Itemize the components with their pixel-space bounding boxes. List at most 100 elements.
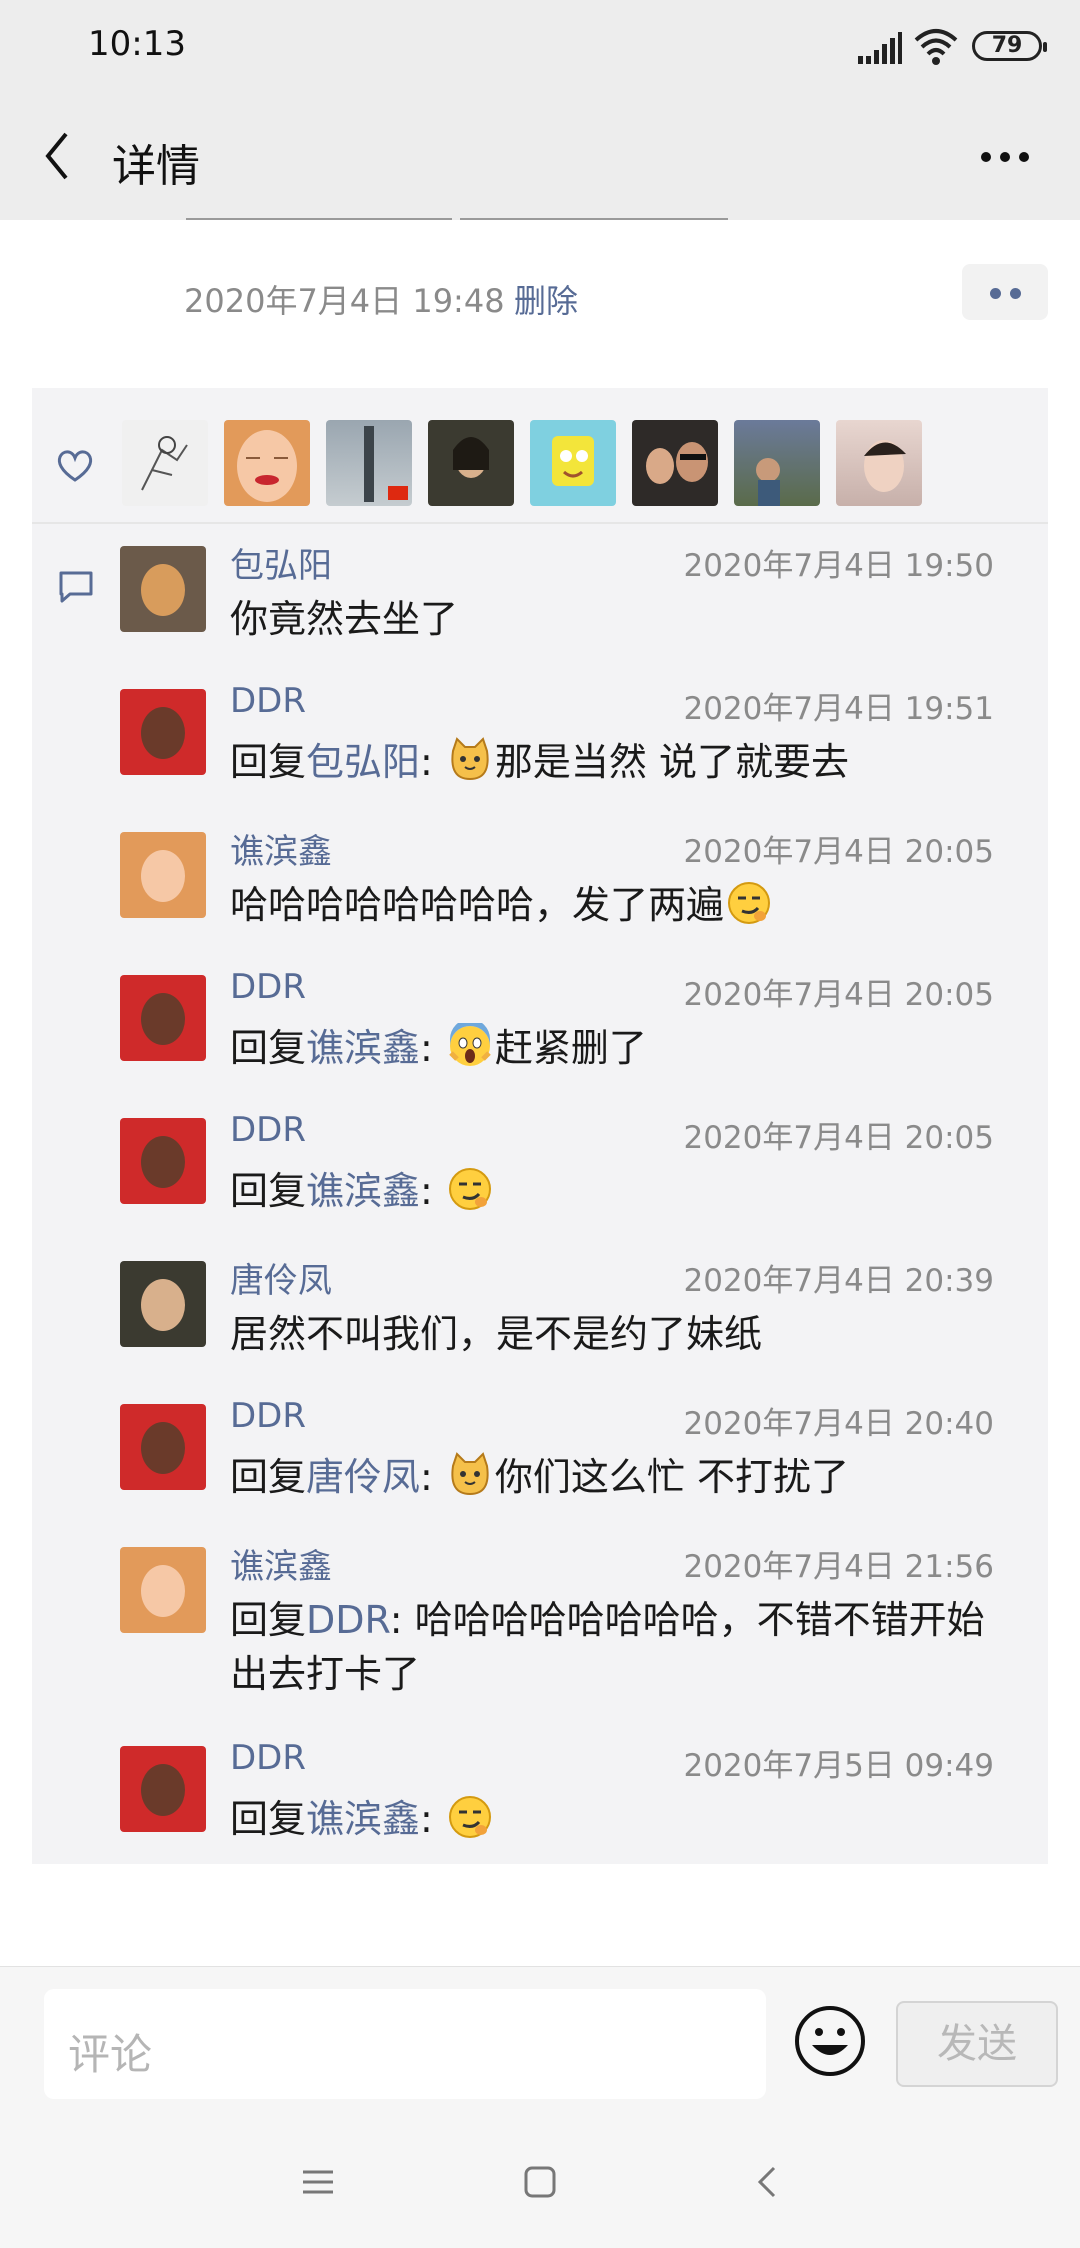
comment-timestamp: 2020年7月4日 20:40 bbox=[683, 1406, 994, 1442]
comment-placeholder: 评论 bbox=[68, 2030, 153, 2079]
comment-timestamp: 2020年7月4日 19:51 bbox=[683, 691, 994, 727]
reply-target-name[interactable]: 包弘阳 bbox=[306, 740, 420, 784]
commenter-avatar[interactable] bbox=[120, 1404, 206, 1490]
scream-emoji-icon bbox=[449, 1023, 491, 1066]
avatar[interactable] bbox=[530, 420, 616, 506]
reply-prefix: 回复 bbox=[230, 1169, 307, 1213]
reply-target-name[interactable]: 唐伶凤 bbox=[306, 1455, 420, 1499]
reply-separator: : bbox=[420, 1169, 445, 1213]
more-horizontal-icon[interactable] bbox=[980, 150, 1030, 164]
avatar[interactable] bbox=[326, 420, 412, 506]
comment-text[interactable]: 回复唐伶凤: 你们这么忙 不打扰了 bbox=[230, 1450, 1000, 1504]
commenter-avatar[interactable] bbox=[120, 546, 206, 632]
smirk-emoji-icon bbox=[728, 882, 771, 924]
more-actions-button[interactable] bbox=[962, 264, 1048, 320]
commenter-avatar[interactable] bbox=[120, 1118, 206, 1204]
comment-text[interactable]: 回复谯滨鑫: bbox=[230, 1164, 1000, 1218]
comment-body: 你竟然去坐了 bbox=[230, 597, 459, 641]
battery-indicator: 79 bbox=[972, 31, 1047, 61]
comment-body: 你们这么忙 不打扰了 bbox=[494, 1455, 850, 1499]
chevron-left-icon[interactable] bbox=[38, 126, 78, 186]
comment-body: 哈哈哈哈哈哈哈哈，发了两遍 bbox=[230, 883, 725, 927]
status-time: 10:13 bbox=[88, 24, 186, 64]
reply-target-name[interactable]: 谯滨鑫 bbox=[306, 1797, 420, 1841]
avatar[interactable] bbox=[428, 420, 514, 506]
reply-target-name[interactable]: DDR bbox=[306, 1598, 390, 1642]
avatar[interactable] bbox=[734, 420, 820, 506]
commenter-name[interactable]: 唐伶凤 bbox=[230, 1253, 332, 1302]
reply-prefix: 回复 bbox=[230, 1797, 307, 1841]
comment-text[interactable]: 回复包弘阳: 那是当然 说了就要去 bbox=[230, 735, 1000, 789]
reply-target-name[interactable]: 谯滨鑫 bbox=[306, 1026, 420, 1070]
comment-timestamp: 2020年7月5日 09:49 bbox=[683, 1748, 994, 1784]
commenter-avatar[interactable] bbox=[120, 1746, 206, 1832]
reply-prefix: 回复 bbox=[230, 1455, 307, 1499]
commenter-name[interactable]: 谯滨鑫 bbox=[230, 1539, 332, 1588]
reply-separator: : bbox=[389, 1598, 415, 1642]
back-icon[interactable] bbox=[750, 2164, 786, 2200]
menu-icon[interactable] bbox=[300, 2164, 336, 2200]
reply-separator: : bbox=[420, 1455, 445, 1499]
send-button[interactable]: 发送 bbox=[896, 2001, 1058, 2087]
reply-separator: : bbox=[420, 740, 445, 784]
avatar[interactable] bbox=[224, 420, 310, 506]
comment-composer: 评论 发送 bbox=[0, 1966, 1080, 2120]
commenter-name[interactable]: 谯滨鑫 bbox=[230, 824, 332, 873]
commenter-avatar[interactable] bbox=[120, 1261, 206, 1347]
commenter-name[interactable]: DDR bbox=[230, 1396, 306, 1436]
divider bbox=[460, 218, 728, 220]
cat-emoji-icon bbox=[451, 737, 489, 781]
comment-timestamp: 2020年7月4日 20:05 bbox=[683, 1120, 994, 1156]
comment-input[interactable]: 评论 bbox=[44, 1989, 766, 2099]
comment-text[interactable]: 哈哈哈哈哈哈哈哈，发了两遍 bbox=[230, 878, 1000, 932]
smiley-icon[interactable] bbox=[792, 2003, 868, 2079]
commenter-avatar[interactable] bbox=[120, 1547, 206, 1633]
comment-body: 那是当然 说了就要去 bbox=[494, 740, 850, 784]
commenter-name[interactable]: DDR bbox=[230, 1110, 306, 1150]
smirk-emoji-icon bbox=[448, 1168, 491, 1210]
commenter-name[interactable]: DDR bbox=[230, 1738, 306, 1778]
comment-timestamp: 2020年7月4日 21:56 bbox=[683, 1549, 994, 1585]
comment-text[interactable]: 你竟然去坐了 bbox=[230, 592, 1000, 646]
wifi-icon bbox=[914, 29, 958, 65]
comment-text[interactable]: 回复谯滨鑫: bbox=[230, 1792, 1000, 1846]
comment-timestamp: 2020年7月4日 20:39 bbox=[683, 1263, 994, 1299]
reply-prefix: 回复 bbox=[230, 1598, 307, 1642]
comment-text[interactable]: 回复DDR: 哈哈哈哈哈哈哈哈，不错不错开始出去打卡了 bbox=[230, 1593, 1000, 1701]
dot-icon bbox=[1010, 288, 1021, 299]
comment-timestamp: 2020年7月4日 20:05 bbox=[683, 834, 994, 870]
commenter-name[interactable]: DDR bbox=[230, 967, 306, 1007]
commenter-avatar[interactable] bbox=[120, 832, 206, 918]
commenter-name[interactable]: 包弘阳 bbox=[230, 538, 332, 587]
comment-timestamp: 2020年7月4日 20:05 bbox=[683, 977, 994, 1013]
dot-icon bbox=[990, 288, 1001, 299]
reply-target-name[interactable]: 谯滨鑫 bbox=[306, 1169, 420, 1213]
smirk-emoji-icon bbox=[448, 1796, 491, 1838]
home-icon[interactable] bbox=[522, 2164, 558, 2200]
delete-link[interactable]: 删除 bbox=[514, 276, 578, 322]
commenter-name[interactable]: DDR bbox=[230, 681, 306, 721]
divider bbox=[32, 522, 1048, 524]
comment-timestamp: 2020年7月4日 19:50 bbox=[683, 548, 994, 584]
comment-body: 居然不叫我们，是不是约了妹纸 bbox=[230, 1312, 763, 1356]
divider bbox=[186, 218, 452, 220]
commenter-avatar[interactable] bbox=[120, 689, 206, 775]
avatar[interactable] bbox=[122, 420, 208, 506]
status-bar: 10:13 79 bbox=[0, 0, 1080, 96]
comment-text[interactable]: 居然不叫我们，是不是约了妹纸 bbox=[230, 1307, 1000, 1361]
comment-body: 赶紧删了 bbox=[494, 1026, 647, 1070]
heart-icon bbox=[57, 450, 93, 482]
comment-text[interactable]: 回复谯滨鑫: 赶紧删了 bbox=[230, 1021, 1000, 1075]
reply-separator: : bbox=[420, 1797, 445, 1841]
top-bar: 详情 bbox=[0, 96, 1080, 220]
avatar[interactable] bbox=[632, 420, 718, 506]
signal-icon bbox=[858, 32, 902, 64]
system-nav-bar bbox=[0, 2120, 1080, 2248]
reply-prefix: 回复 bbox=[230, 740, 307, 784]
post-timestamp: 2020年7月4日 19:48 bbox=[184, 282, 505, 320]
avatar[interactable] bbox=[836, 420, 922, 506]
reply-prefix: 回复 bbox=[230, 1026, 307, 1070]
commenter-avatar[interactable] bbox=[120, 975, 206, 1061]
cat-emoji-icon bbox=[451, 1452, 489, 1496]
page-title: 详情 bbox=[112, 141, 200, 192]
